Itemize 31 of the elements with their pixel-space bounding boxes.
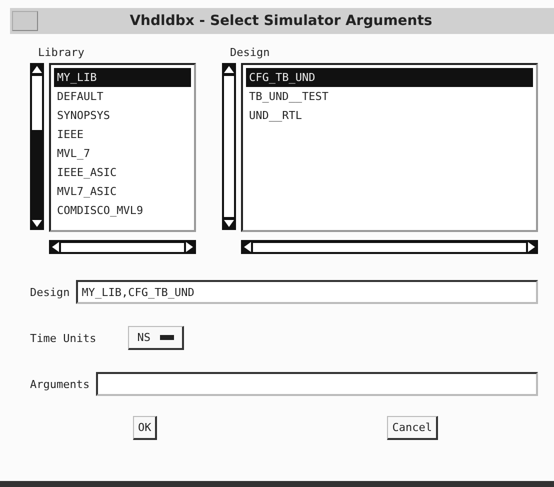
horizontal-scrollbar[interactable] [241,240,538,254]
horizontal-scrollbar[interactable] [49,240,196,254]
arguments-label: Arguments [30,378,90,390]
list-item[interactable]: MVL_7 [54,144,191,163]
cancel-button[interactable]: Cancel [387,416,438,440]
list-item[interactable]: COMDISCO_MVL9 [54,201,191,220]
library-label: Library [38,46,86,59]
design-field[interactable]: MY_LIB,CFG_TB_UND [76,280,538,304]
design-label: Design [230,46,271,59]
vertical-scrollbar[interactable] [30,63,44,230]
design-field-label: Design [30,286,70,298]
arguments-field[interactable] [96,372,538,396]
list-item[interactable]: SYNOPSYS [54,106,191,125]
vertical-scrollbar[interactable] [222,63,236,230]
list-item[interactable]: UND__RTL [246,106,533,125]
option-menu-icon [160,335,174,340]
scroll-right-icon[interactable] [528,242,535,252]
time-units-dropdown[interactable]: NS [128,326,184,350]
list-item[interactable]: IEEE [54,125,191,144]
list-item[interactable]: IEEE_ASIC [54,163,191,182]
scroll-down-icon[interactable] [224,220,234,227]
time-units-label: Time Units [30,332,96,344]
list-item[interactable]: CFG_TB_UND [246,68,533,87]
list-item[interactable]: MY_LIB [54,68,191,87]
scroll-down-icon[interactable] [32,220,42,227]
list-item[interactable]: TB_UND__TEST [246,87,533,106]
ok-button[interactable]: OK [133,416,158,440]
list-item[interactable]: MVL7_ASIC [54,182,191,201]
window-title: Vhdldbx - Select Simulator Arguments [128,13,434,29]
list-item[interactable]: DEFAULT [54,87,191,106]
scroll-right-icon[interactable] [186,242,193,252]
